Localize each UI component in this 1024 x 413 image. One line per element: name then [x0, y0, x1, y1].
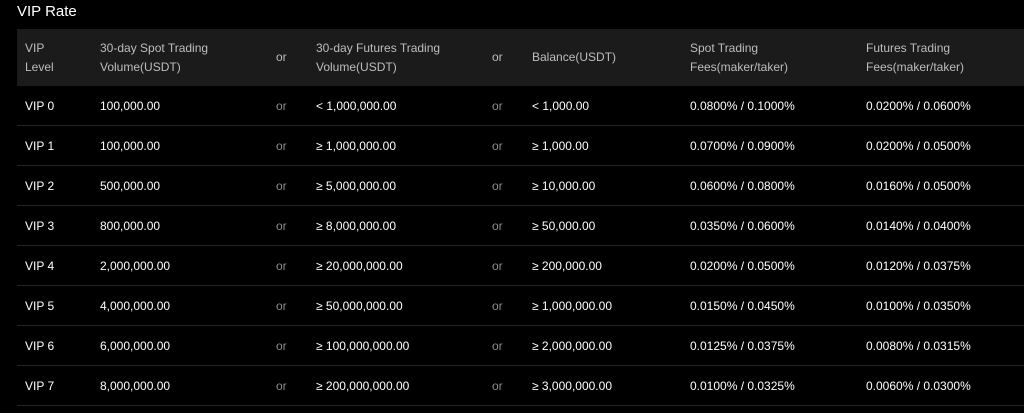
cell-futures-fees: 0.0100% / 0.0350% [866, 298, 971, 313]
cell-or: or [276, 218, 287, 233]
cell-or: or [276, 98, 287, 113]
cell-vip-level: VIP 6 [25, 338, 55, 353]
table-header: VIP Level 30-day Spot Trading Volume(USDT)… [17, 29, 1024, 86]
table-row: VIP 1 100,000.00 or ≥ 1,000,000.00 or ≥ … [17, 126, 1024, 166]
header-futures-fees: Futures Trading Fees(maker/taker) [866, 29, 1024, 86]
cell-or: or [276, 138, 287, 153]
header-or-2: or [492, 50, 503, 64]
cell-vip-level: VIP 3 [25, 218, 55, 233]
cell-or: or [276, 338, 287, 353]
cell-spot-volume: 100,000.00 [100, 98, 161, 113]
header-spot-fees-line1: Spot Trading [690, 40, 759, 55]
header-spot-fees-line2: Fees(maker/taker) [690, 59, 789, 74]
cell-vip-level: VIP 4 [25, 258, 55, 273]
cell-spot-fees: 0.0700% / 0.0900% [690, 138, 795, 153]
cell-futures-volume: ≥ 1,000,000.00 [316, 138, 396, 153]
header-spot-volume-line2: Volume(USDT) [100, 59, 181, 74]
cell-or: or [492, 338, 503, 353]
cell-spot-fees: 0.0600% / 0.0800% [690, 178, 795, 193]
cell-futures-fees: 0.0080% / 0.0315% [866, 338, 971, 353]
cell-or: or [276, 178, 287, 193]
cell-spot-fees: 0.0200% / 0.0500% [690, 258, 795, 273]
cell-futures-fees: 0.0200% / 0.0600% [866, 98, 971, 113]
cell-futures-volume: ≥ 5,000,000.00 [316, 178, 396, 193]
cell-futures-fees: 0.0120% / 0.0375% [866, 258, 971, 273]
cell-spot-volume: 6,000,000.00 [100, 338, 171, 353]
cell-balance: ≥ 10,000.00 [532, 178, 596, 193]
table-row: VIP 5 4,000,000.00 or ≥ 50,000,000.00 or… [17, 286, 1024, 326]
header-vip-level-line1: VIP [25, 40, 45, 55]
header-futures-fees-line2: Fees(maker/taker) [866, 59, 965, 74]
cell-vip-level: VIP 2 [25, 178, 55, 193]
cell-balance: ≥ 1,000,000.00 [532, 298, 612, 313]
cell-or: or [492, 378, 503, 393]
header-spot-volume-line1: 30-day Spot Trading [100, 40, 209, 55]
header-vip-level-line2: Level [25, 59, 54, 74]
header-futures-volume: 30-day Futures Trading Volume(USDT) [316, 29, 476, 86]
header-spot-volume: 30-day Spot Trading Volume(USDT) [100, 29, 260, 86]
cell-or: or [492, 138, 503, 153]
cell-balance: ≥ 50,000.00 [532, 218, 596, 233]
cell-balance: ≥ 200,000.00 [532, 258, 602, 273]
header-futures-volume-line2: Volume(USDT) [316, 59, 397, 74]
cell-vip-level: VIP 1 [25, 138, 55, 153]
cell-vip-level: VIP 5 [25, 298, 55, 313]
cell-or: or [276, 298, 287, 313]
cell-spot-volume: 800,000.00 [100, 218, 161, 233]
cell-futures-fees: 0.0160% / 0.0500% [866, 178, 971, 193]
cell-spot-fees: 0.0125% / 0.0375% [690, 338, 795, 353]
cell-or: or [492, 298, 503, 313]
header-balance: Balance(USDT) [532, 50, 617, 64]
cell-vip-level: VIP 7 [25, 378, 55, 393]
vip-rate-page: VIP Rate VIP Level 30-day Spot Trading Vol… [0, 0, 1024, 413]
cell-balance: < 1,000.00 [532, 98, 590, 113]
cell-balance: ≥ 2,000,000.00 [532, 338, 612, 353]
header-futures-fees-line1: Futures Trading [866, 40, 951, 55]
header-or-1: or [276, 50, 287, 64]
table-row: VIP 4 2,000,000.00 or ≥ 20,000,000.00 or… [17, 246, 1024, 286]
cell-spot-volume: 8,000,000.00 [100, 378, 171, 393]
header-spot-fees: Spot Trading Fees(maker/taker) [690, 29, 850, 86]
table-row: VIP 3 800,000.00 or ≥ 8,000,000.00 or ≥ … [17, 206, 1024, 246]
cell-spot-fees: 0.0350% / 0.0600% [690, 218, 795, 233]
cell-spot-fees: 0.0100% / 0.0325% [690, 378, 795, 393]
vip-rate-table: VIP Level 30-day Spot Trading Volume(USDT)… [17, 29, 1024, 406]
cell-or: or [492, 258, 503, 273]
cell-spot-volume: 2,000,000.00 [100, 258, 171, 273]
cell-or: or [492, 218, 503, 233]
table-row: VIP 6 6,000,000.00 or ≥ 100,000,000.00 o… [17, 326, 1024, 366]
cell-futures-volume: ≥ 8,000,000.00 [316, 218, 396, 233]
table-row: VIP 2 500,000.00 or ≥ 5,000,000.00 or ≥ … [17, 166, 1024, 206]
cell-spot-volume: 100,000.00 [100, 138, 161, 153]
cell-futures-volume: < 1,000,000.00 [316, 98, 397, 113]
cell-or: or [492, 178, 503, 193]
table-row: VIP 0 100,000.00 or < 1,000,000.00 or < … [17, 86, 1024, 126]
cell-futures-volume: ≥ 20,000,000.00 [316, 258, 403, 273]
cell-spot-fees: 0.0150% / 0.0450% [690, 298, 795, 313]
header-vip-level: VIP Level [25, 29, 54, 86]
cell-or: or [276, 378, 287, 393]
cell-futures-fees: 0.0140% / 0.0400% [866, 218, 971, 233]
table-row: VIP 7 8,000,000.00 or ≥ 200,000,000.00 o… [17, 366, 1024, 406]
cell-futures-volume: ≥ 50,000,000.00 [316, 298, 403, 313]
cell-balance: ≥ 1,000.00 [532, 138, 589, 153]
page-title: VIP Rate [17, 3, 77, 20]
cell-spot-volume: 500,000.00 [100, 178, 161, 193]
header-futures-volume-line1: 30-day Futures Trading [316, 40, 441, 55]
cell-balance: ≥ 3,000,000.00 [532, 378, 612, 393]
cell-futures-volume: ≥ 100,000,000.00 [316, 338, 410, 353]
cell-spot-fees: 0.0800% / 0.1000% [690, 98, 795, 113]
cell-or: or [492, 98, 503, 113]
cell-or: or [276, 258, 287, 273]
cell-futures-fees: 0.0200% / 0.0500% [866, 138, 971, 153]
cell-futures-volume: ≥ 200,000,000.00 [316, 378, 410, 393]
cell-spot-volume: 4,000,000.00 [100, 298, 171, 313]
cell-futures-fees: 0.0060% / 0.0300% [866, 378, 971, 393]
cell-vip-level: VIP 0 [25, 98, 55, 113]
